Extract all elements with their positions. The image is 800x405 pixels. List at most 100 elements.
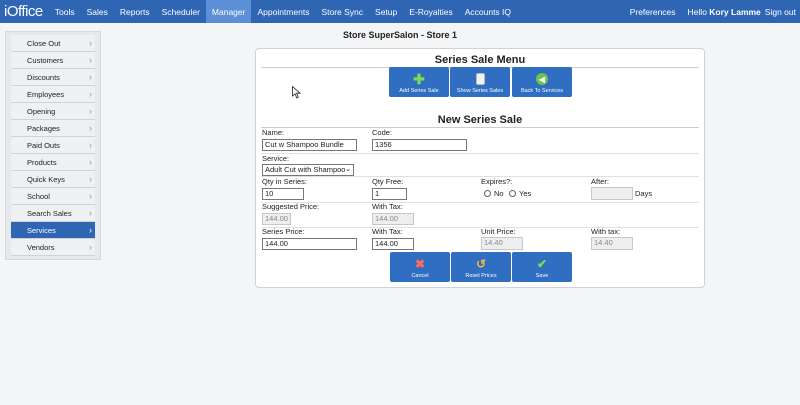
sidebar: Close Out › Customers › Discounts › Employe…: [5, 31, 101, 260]
menu-button-group: ✚ Add Series Sale Show Series Sales ◀ Ba…: [389, 67, 572, 97]
name-input[interactable]: Cut w Shampoo Bundle: [262, 139, 357, 151]
chevron-right-icon: ›: [89, 38, 92, 48]
top-nav: iOffice Tools Sales Reports Scheduler Ma…: [0, 0, 800, 23]
undo-icon: ↺: [475, 257, 487, 271]
action-button-group: ✖ Cancel ↺ Reset Prices ✔ Save: [390, 252, 572, 282]
nav-reports[interactable]: Reports: [114, 0, 156, 23]
series-with-tax-label: With Tax:: [372, 227, 403, 236]
chevron-right-icon: ›: [89, 225, 92, 235]
expires-no-radio[interactable]: [484, 190, 491, 197]
sidebar-item-vendors[interactable]: Vendors ›: [11, 239, 95, 256]
nav-scheduler[interactable]: Scheduler: [156, 0, 206, 23]
greeting-hello: Hello: [687, 6, 707, 17]
qty-series-input[interactable]: 10: [262, 188, 304, 200]
sidebar-item-school[interactable]: School ›: [11, 188, 95, 205]
sidebar-item-opening[interactable]: Opening ›: [11, 103, 95, 120]
nav-accounts-iq[interactable]: Accounts IQ: [459, 0, 517, 23]
unit-with-tax-label: With tax:: [591, 227, 621, 236]
cancel-button[interactable]: ✖ Cancel: [390, 252, 450, 282]
plus-icon: ✚: [413, 70, 425, 87]
checkmark-icon: ✔: [536, 257, 548, 271]
sidebar-item-label: Services: [27, 226, 56, 235]
sidebar-item-quick-keys[interactable]: Quick Keys ›: [11, 171, 95, 188]
nav-sales[interactable]: Sales: [81, 0, 114, 23]
days-label: Days: [635, 189, 653, 198]
code-input[interactable]: 1356: [372, 139, 467, 151]
sidebar-item-label: Vendors: [27, 243, 55, 252]
sidebar-item-close-out[interactable]: Close Out ›: [11, 35, 95, 52]
after-label: After:: [591, 177, 609, 186]
chevron-right-icon: ›: [89, 123, 92, 133]
sidebar-item-label: Products: [27, 158, 57, 167]
suggested-price-input: 144.00: [262, 213, 291, 225]
nav-tools[interactable]: Tools: [49, 0, 81, 23]
after-days-input[interactable]: [591, 187, 633, 200]
close-icon: ✖: [414, 257, 426, 271]
sidebar-item-packages[interactable]: Packages ›: [11, 120, 95, 137]
chevron-right-icon: ›: [89, 89, 92, 99]
sidebar-item-label: Opening: [27, 107, 56, 116]
expires-label: Expires?:: [481, 177, 513, 186]
save-button[interactable]: ✔ Save: [512, 252, 572, 282]
series-sale-panel: Series Sale Menu ✚ Add Series Sale Show …: [255, 48, 705, 288]
sign-out-link[interactable]: Sign out: [763, 7, 800, 17]
nav-store-sync[interactable]: Store Sync: [315, 0, 369, 23]
nav-manager[interactable]: Manager: [205, 0, 252, 23]
sidebar-item-services[interactable]: Services ›: [11, 222, 95, 239]
nav-appointments[interactable]: Appointments: [251, 0, 315, 23]
sidebar-item-label: Discounts: [27, 73, 60, 82]
show-series-sales-label: Show Series Sales: [456, 88, 504, 94]
chevron-right-icon: ›: [89, 157, 92, 167]
nav-setup[interactable]: Setup: [369, 0, 403, 23]
name-label: Name:: [262, 128, 285, 137]
sidebar-item-label: School: [27, 192, 50, 201]
qty-free-input[interactable]: 1: [372, 188, 407, 200]
service-label: Service:: [262, 154, 290, 163]
chevron-right-icon: ›: [89, 191, 92, 201]
unit-tax-input: 14.40: [591, 237, 633, 250]
divider: [261, 227, 699, 228]
qty-series-label: Qty in Series:: [262, 177, 308, 186]
series-tax-input[interactable]: 144.00: [372, 238, 414, 250]
chevron-right-icon: ›: [89, 106, 92, 116]
user-name: Kory Lamme: [709, 6, 761, 17]
service-select[interactable]: Adult Cut with Shampoo ⌄: [262, 164, 354, 176]
nav-e-royalties[interactable]: E-Royalties: [403, 0, 458, 23]
back-arrow-icon: ◀: [536, 73, 548, 85]
chevron-right-icon: ›: [89, 55, 92, 65]
sidebar-item-products[interactable]: Products ›: [11, 154, 95, 171]
series-price-input[interactable]: 144.00: [262, 238, 357, 250]
sidebar-item-search-sales[interactable]: Search Sales ›: [11, 205, 95, 222]
form-title: New Series Sale: [261, 114, 699, 128]
divider: [261, 176, 699, 177]
chevron-right-icon: ›: [89, 72, 92, 82]
app-logo[interactable]: iOffice: [0, 0, 49, 23]
sidebar-item-label: Employees: [27, 90, 65, 99]
expires-no-label: No: [494, 189, 504, 198]
nav-preferences[interactable]: Preferences: [624, 7, 682, 17]
expires-yes-radio[interactable]: [509, 190, 516, 197]
sidebar-item-discounts[interactable]: Discounts ›: [11, 69, 95, 86]
divider: [261, 202, 699, 203]
sidebar-item-label: Close Out: [27, 39, 61, 48]
sidebar-item-customers[interactable]: Customers ›: [11, 52, 95, 69]
suggested-tax-input: 144.00: [372, 213, 414, 225]
back-to-services-label: Back To Services: [520, 88, 564, 94]
cancel-label: Cancel: [411, 273, 429, 279]
reset-prices-button[interactable]: ↺ Reset Prices: [451, 252, 511, 282]
add-series-sale-label: Add Series Sale: [399, 88, 439, 94]
sidebar-item-label: Search Sales: [27, 209, 72, 218]
suggested-with-tax-label: With Tax:: [372, 202, 403, 211]
series-price-label: Series Price:: [262, 227, 305, 236]
divider: [261, 153, 699, 154]
chevron-right-icon: ›: [89, 208, 92, 218]
sidebar-item-employees[interactable]: Employees ›: [11, 86, 95, 103]
menu-title: Series Sale Menu: [261, 54, 699, 68]
back-to-services-button[interactable]: ◀ Back To Services: [512, 67, 572, 97]
add-series-sale-button[interactable]: ✚ Add Series Sale: [389, 67, 449, 97]
unit-price-input: 14.40: [481, 237, 523, 250]
greeting: Hello Kory Lamme: [682, 7, 763, 17]
chevron-right-icon: ›: [89, 242, 92, 252]
sidebar-item-paid-outs[interactable]: Paid Outs ›: [11, 137, 95, 154]
show-series-sales-button[interactable]: Show Series Sales: [450, 67, 510, 97]
